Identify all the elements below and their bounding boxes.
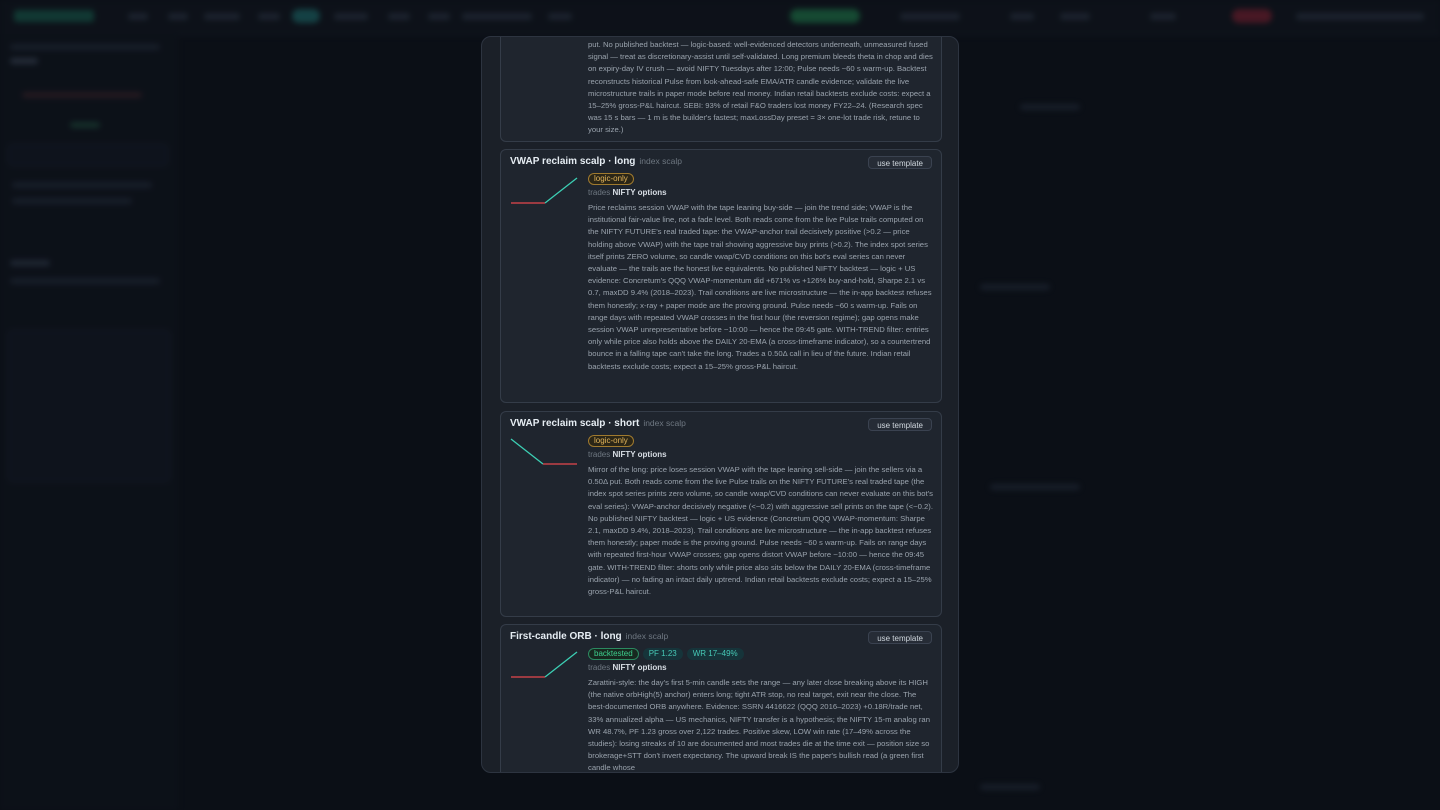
trades-instrument: NIFTY options [612,450,667,459]
profit-factor-badge: PF 1.23 [642,648,683,660]
background-sidebar [0,34,178,810]
background-nav-item [334,13,368,20]
template-badges: logic-only [588,173,638,185]
sparkline-up-segment [544,651,578,678]
background-line [10,278,160,284]
template-title: VWAP reclaim scalp · long index scalp [510,156,682,167]
template-title-text: VWAP reclaim scalp · long [510,156,636,167]
trades-prefix: trades [588,188,611,197]
background-nav-item [1296,13,1424,20]
logic-only-badge: logic-only [588,173,634,185]
background-line [10,44,160,50]
trades-prefix: trades [588,663,611,672]
background-line [10,58,38,64]
background-nav-item [1150,13,1176,20]
background-line [980,784,1040,790]
use-template-button[interactable]: use template [868,418,932,431]
background-nav-item [388,13,410,20]
background-line [70,122,100,128]
background-line [12,198,132,204]
template-title-text: First-candle ORB · long [510,631,622,642]
template-sparkline [510,438,577,465]
background-nav-item [900,13,960,20]
template-card: VWAP reclaim scalp · short index scalp us… [500,411,942,617]
template-title: First-candle ORB · long index scalp [510,631,668,642]
template-card-partial: put. No published backtest — logic-based… [500,37,942,142]
template-category: index scalp [639,156,682,166]
use-template-button[interactable]: use template [868,631,932,644]
background-nav-item [168,13,188,20]
trades-instrument: NIFTY options [612,663,667,672]
template-trades: trades NIFTY options [588,450,667,459]
background-line [22,92,142,98]
background-nav-item [462,13,532,20]
strategy-template-modal: put. No published backtest — logic-based… [481,36,959,773]
logic-only-badge: logic-only [588,435,634,447]
background-line [990,484,1080,490]
template-sparkline [511,177,578,204]
background-nav-item [128,13,148,20]
template-trades: trades NIFTY options [588,663,667,672]
trades-instrument: NIFTY options [612,188,667,197]
background-line [980,284,1050,290]
background-line [1020,104,1080,110]
background-nav-item [1010,13,1034,20]
sparkline-down-segment [510,438,544,465]
background-right-panel [960,34,1440,810]
trades-prefix: trades [588,450,611,459]
background-nav-item [548,13,572,20]
background-nav-item [258,13,280,20]
backtested-badge: backtested [588,648,639,660]
use-template-button[interactable]: use template [868,156,932,169]
template-title-text: VWAP reclaim scalp · short [510,418,640,429]
template-description: Mirror of the long: price loses session … [588,465,934,597]
background-line [10,260,50,266]
background-topbar [0,0,1440,35]
background-box [8,330,170,482]
template-category: index scalp [625,631,669,641]
background-status-pill [790,9,860,23]
background-logo [14,10,94,22]
template-description: Price reclaims session VWAP with the tap… [588,203,932,371]
template-badges: backtested PF 1.23 WR 17–49% [588,648,748,660]
win-rate-badge: WR 17–49% [686,648,744,660]
template-description: Zarattini-style: the day's first 5-min c… [588,678,930,772]
template-category: index scalp [643,418,686,428]
template-card: VWAP reclaim scalp · long index scalp use… [500,149,942,403]
background-nav-item [1060,13,1090,20]
background-pill [292,9,320,23]
background-alert-pill [1232,9,1272,23]
template-list[interactable]: put. No published backtest — logic-based… [482,37,958,772]
template-title: VWAP reclaim scalp · short index scalp [510,418,686,429]
template-trades: trades NIFTY options [588,188,667,197]
template-badges: logic-only [588,435,638,447]
background-box [8,144,168,166]
background-nav-item [428,13,450,20]
background-line [12,182,152,188]
sparkline-up-segment [544,177,578,204]
template-description: put. No published backtest — logic-based… [588,40,933,135]
background-nav-item [204,13,240,20]
template-sparkline [511,651,578,678]
template-card: First-candle ORB · long index scalp use t… [500,624,942,772]
